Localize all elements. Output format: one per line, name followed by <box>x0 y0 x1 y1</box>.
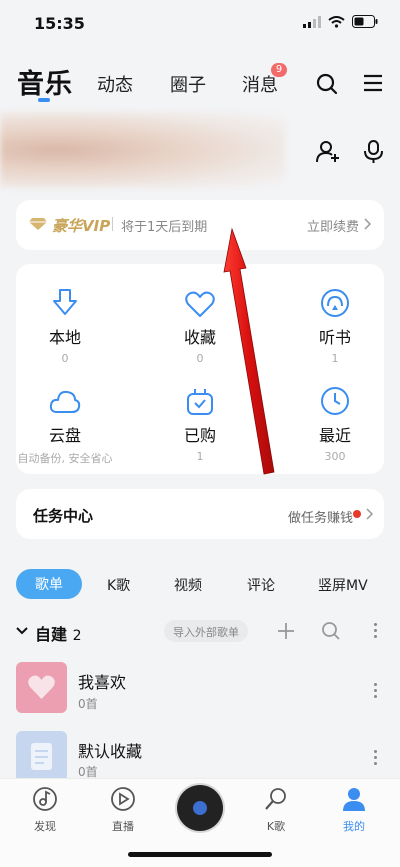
annotation-arrow <box>223 227 275 475</box>
